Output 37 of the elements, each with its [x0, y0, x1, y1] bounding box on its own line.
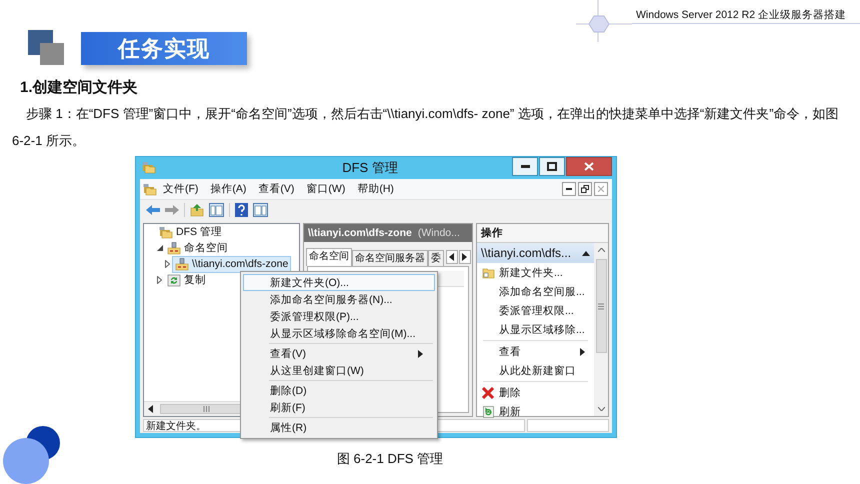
context-menu-item[interactable]: 从这里创建窗口(W) [243, 362, 435, 379]
tab[interactable]: 命名空间 [306, 248, 352, 266]
menu-item[interactable]: 窗口(W) [300, 182, 352, 196]
menu-item[interactable]: 查看(V) [252, 182, 300, 196]
context-menu-item[interactable]: 查看(V) [243, 345, 435, 362]
tab[interactable]: 命名空间服务器 [352, 250, 428, 266]
action-item[interactable]: 从显示区域移除... [477, 320, 594, 339]
action-item[interactable]: 从此处新建窗口 [477, 361, 594, 380]
context-menu-item[interactable]: 刷新(F) [243, 399, 435, 416]
menu-item[interactable]: 操作(A) [204, 182, 252, 196]
window-title: DFS 管理 [341, 159, 399, 177]
section-banner: 任务实现 [81, 32, 247, 64]
pane-header: \\tianyi.com\dfs-zone (Windo... [304, 224, 472, 242]
step-paragraph: 步骤 1：在“DFS 管理”窗口中，展开“命名空间”选项，然后右击“\\tianyi.com\dfs- zone” 选项，在弹出的快捷菜单中选择“新建文件夹”命令，如图 6-2-1 所示。 [12, 105, 840, 150]
menu-item[interactable]: 文件(F) [157, 182, 204, 196]
course-title: Windows Server 2012 R2 企业级服务器搭建 [632, 0, 860, 24]
tree-item[interactable]: 命名空间 [164, 240, 231, 256]
context-menu-item[interactable]: 新建文件夹(O)... [243, 274, 435, 291]
menu-item[interactable]: 帮助(H) [351, 182, 400, 196]
tab[interactable]: 委 [428, 250, 444, 266]
context-menu-item[interactable]: 删除(D) [243, 382, 435, 399]
context-menu-item[interactable]: 从显示区域移除命名空间(M)... [243, 325, 435, 342]
tree-item[interactable]: \\tianyi.com\dfs-zone [172, 256, 292, 272]
actions-section[interactable]: \\tianyi.com\dfs... [477, 243, 594, 263]
tree-item[interactable]: 复制 [164, 272, 209, 288]
action-item[interactable]: 删除 [477, 383, 594, 402]
section-heading: 1.创建空间文件夹 [20, 78, 139, 98]
actions-title: 操作 [477, 224, 608, 243]
action-item[interactable]: 添加命名空间服... [477, 282, 594, 301]
action-item[interactable]: 查看 [477, 342, 594, 361]
action-item[interactable]: 新建文件夹... [477, 263, 594, 282]
figure-caption: 图 6-2-1 DFS 管理 [336, 450, 444, 468]
action-item[interactable]: 委派管理权限... [477, 301, 594, 320]
context-menu-item[interactable]: 委派管理权限(P)... [243, 308, 435, 325]
context-menu-item[interactable]: 添加命名空间服务器(N)... [243, 291, 435, 308]
tree-item[interactable]: DFS 管理 [156, 224, 225, 240]
action-item[interactable]: 刷新 [477, 402, 594, 421]
